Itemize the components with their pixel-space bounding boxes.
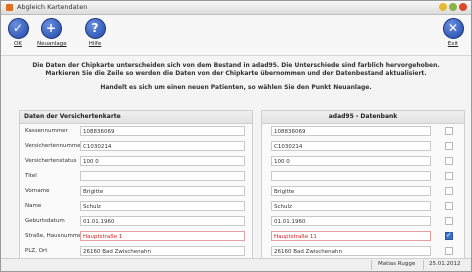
info-message-line2: Markieren Sie die Zeile so werden die Da… — [45, 70, 427, 77]
field-label: Name — [25, 203, 42, 209]
new-entry-button[interactable]: + Neuanlage — [37, 18, 67, 47]
apply-checkbox[interactable] — [445, 127, 453, 135]
info-message-line1: Die Daten der Chipkarte unterscheiden si… — [32, 62, 440, 69]
card-field-value: Schulz — [80, 201, 245, 211]
db-field-value: 100 0 — [271, 156, 431, 166]
field-label: Vorname — [25, 188, 50, 194]
window-title: Abgleich Kartendaten — [17, 3, 88, 11]
field-label: Geburtsdatum — [25, 218, 65, 224]
help-label: Hilfe — [88, 41, 102, 47]
close-icon: ✕ — [442, 18, 464, 39]
card-field-value: C1030214 — [80, 141, 245, 151]
card-data-panel: Daten der Versichertenkarte Kassennummer… — [19, 110, 253, 260]
apply-checkbox[interactable] — [445, 202, 453, 210]
apply-checkbox[interactable] — [445, 172, 453, 180]
info-message-line3: Handelt es sich um einen neuen Patienten… — [100, 84, 372, 91]
dialog-window: Abgleich Kartendaten ✓ OK + Neuanlage ? … — [0, 0, 472, 272]
card-field-value — [80, 171, 245, 181]
apply-checkbox-checked[interactable] — [445, 231, 453, 240]
apply-checkbox[interactable] — [445, 217, 453, 225]
db-field-value-diff: Hauptstraße 11 — [271, 231, 431, 241]
database-header: adad95 - Datenbank — [262, 111, 464, 124]
db-field-value: Schulz — [271, 201, 431, 211]
field-label: Versichertenstatus — [25, 158, 77, 164]
field-label: PLZ, Ort — [25, 248, 48, 254]
exit-label: Exit — [447, 41, 459, 47]
ok-button[interactable]: ✓ OK — [4, 18, 32, 47]
field-label: Kassennummer — [25, 128, 68, 134]
status-user: Matias Rugge — [378, 261, 416, 267]
db-field-value: 108836069 — [271, 126, 431, 136]
close-window-button[interactable] — [459, 3, 467, 11]
apply-checkbox[interactable] — [445, 157, 453, 165]
db-field-value: C1030214 — [271, 141, 431, 151]
card-field-value: 01.01.1960 — [80, 216, 245, 226]
question-icon: ? — [84, 18, 106, 39]
card-data-header: Daten der Versichertenkarte — [20, 111, 252, 124]
db-field-value — [271, 171, 431, 181]
plus-icon: + — [40, 18, 62, 39]
status-bar: Matias Rugge 25.01.2012 — [1, 258, 471, 271]
new-entry-label: Neuanlage — [37, 41, 67, 47]
field-label: Versichertennummer — [25, 143, 83, 149]
title-bar[interactable]: Abgleich Kartendaten — [1, 1, 471, 15]
card-field-value: 26160 Bad Zwischenahn — [80, 246, 245, 256]
db-field-value: Brigitte — [271, 186, 431, 196]
field-label: Straße, Hausnummer — [25, 233, 84, 239]
exit-button[interactable]: ✕ Exit — [439, 18, 467, 47]
db-field-value: 26160 Bad Zwischenahn — [271, 246, 431, 256]
minimize-button[interactable] — [439, 3, 447, 11]
status-date: 25.01.2012 — [429, 261, 461, 267]
database-panel: adad95 - Datenbank 108836069 C1030214 10… — [261, 110, 465, 260]
ok-label: OK — [14, 41, 22, 47]
field-label: Titel — [25, 173, 37, 179]
app-icon — [6, 4, 13, 11]
card-field-value: 108836069 — [80, 126, 245, 136]
card-field-value-diff: Hauptstraße 1 — [80, 231, 245, 241]
checkmark-icon: ✓ — [7, 18, 29, 39]
toolbar: ✓ OK + Neuanlage ? Hilfe ✕ Exit — [1, 15, 471, 56]
card-field-value: 100 0 — [80, 156, 245, 166]
apply-checkbox[interactable] — [445, 142, 453, 150]
db-field-value: 01.01.1960 — [271, 216, 431, 226]
apply-checkbox[interactable] — [445, 247, 453, 255]
maximize-button[interactable] — [449, 3, 457, 11]
help-button[interactable]: ? Hilfe — [81, 18, 109, 47]
card-field-value: Brigitte — [80, 186, 245, 196]
apply-checkbox[interactable] — [445, 187, 453, 195]
